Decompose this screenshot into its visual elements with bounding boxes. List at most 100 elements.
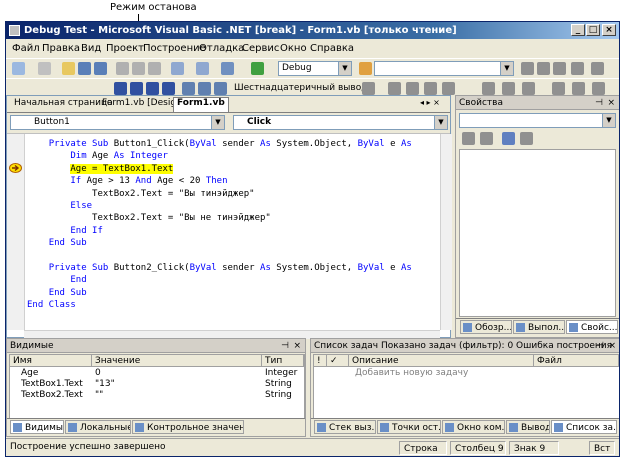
close-icon[interactable]: × xyxy=(608,339,616,353)
watch-cell-name[interactable]: TextBox2.Text xyxy=(18,390,83,401)
restart-icon[interactable] xyxy=(162,82,175,95)
add-item-icon[interactable] xyxy=(38,62,51,75)
next-bookmark-icon[interactable] xyxy=(502,82,515,95)
watch-cell-type[interactable]: Integer xyxy=(262,368,297,379)
tab-run[interactable]: Выпол... xyxy=(513,320,565,334)
event-select[interactable]: Click ▼ xyxy=(233,115,448,130)
save-icon[interactable] xyxy=(78,62,91,75)
code-line[interactable]: If Age > 13 And Age < 20 Then xyxy=(27,175,442,187)
tab-watch-1[interactable]: Контрольное значение 1 xyxy=(132,420,244,434)
code-line[interactable]: Age = TextBox1.Text xyxy=(27,163,442,175)
add-task-placeholder[interactable]: Добавить новую задачу xyxy=(352,368,468,379)
find-icon[interactable] xyxy=(359,62,372,75)
code-line[interactable]: End xyxy=(27,274,442,286)
close-button[interactable]: × xyxy=(602,24,616,36)
tab-breakpoints[interactable]: Точки ост... xyxy=(377,420,441,434)
column-header-description[interactable]: Описание xyxy=(349,355,534,367)
class-view-icon[interactable] xyxy=(571,62,584,75)
tab-autos[interactable]: Видимые xyxy=(10,420,64,434)
redo-icon[interactable] xyxy=(196,62,209,75)
properties-view-icon[interactable] xyxy=(502,132,515,145)
column-header-file[interactable]: Файл xyxy=(534,355,619,367)
step-into-icon[interactable] xyxy=(198,82,211,95)
code-line[interactable]: Private Sub Button1_Click(ByVal sender A… xyxy=(27,138,442,150)
menu-help[interactable]: Справка xyxy=(310,43,354,54)
menu-build[interactable]: Построение xyxy=(143,43,206,54)
column-header-priority[interactable]: ! xyxy=(314,355,327,367)
layout-icon[interactable] xyxy=(552,82,565,95)
indent-icon[interactable] xyxy=(388,82,401,95)
start-icon[interactable] xyxy=(251,62,264,75)
watch-cell-type[interactable]: String xyxy=(262,379,292,390)
object-select[interactable]: Button1 ▼ xyxy=(10,115,225,130)
watch-cell-name[interactable]: Age xyxy=(18,368,38,379)
close-icon[interactable]: × xyxy=(607,96,615,110)
hex-display-button[interactable]: Шестнадцатеричный вывод xyxy=(234,83,367,93)
menu-view[interactable]: Вид xyxy=(81,43,101,54)
copy-icon[interactable] xyxy=(132,62,145,75)
align-icon[interactable] xyxy=(572,82,585,95)
solution-explorer-icon[interactable] xyxy=(521,62,534,75)
breakpoint-gutter[interactable] xyxy=(7,134,25,330)
property-pages-icon[interactable] xyxy=(520,132,533,145)
tab-form1-code[interactable]: Form1.vb xyxy=(173,97,229,112)
minimize-button[interactable]: _ xyxy=(571,24,585,36)
tab-call-stack[interactable]: Стек выз... xyxy=(314,420,376,434)
outdent-icon[interactable] xyxy=(406,82,419,95)
column-header-check[interactable]: ✓ xyxy=(327,355,349,367)
tab-locals[interactable]: Локальные xyxy=(65,420,131,434)
more-icon[interactable] xyxy=(591,62,604,75)
menu-tools[interactable]: Сервис xyxy=(242,43,279,54)
watch-cell-name[interactable]: TextBox1.Text xyxy=(18,379,83,390)
code-line[interactable]: TextBox2.Text = "Вы тинэйджер" xyxy=(27,188,442,200)
column-header-name[interactable]: Имя xyxy=(10,355,92,367)
watch-cell-value[interactable]: "" xyxy=(92,390,103,401)
paste-icon[interactable] xyxy=(148,62,161,75)
code-line[interactable]: TextBox2.Text = "Вы не тинэйджер" xyxy=(27,212,442,224)
continue-icon[interactable] xyxy=(114,82,127,95)
navigate-back-icon[interactable] xyxy=(221,62,234,75)
breakpoints-icon[interactable] xyxy=(362,82,375,95)
column-header-type[interactable]: Тип xyxy=(262,355,304,367)
properties-icon[interactable] xyxy=(537,62,550,75)
tab-task-list[interactable]: Список за... xyxy=(551,420,617,434)
categorized-icon[interactable] xyxy=(462,132,475,145)
code-line[interactable]: Dim Age As Integer xyxy=(27,150,442,162)
find-combo[interactable]: ▼ xyxy=(374,61,514,76)
toolbox-icon[interactable] xyxy=(553,62,566,75)
code-line[interactable]: End If xyxy=(27,225,442,237)
stop-icon[interactable] xyxy=(146,82,159,95)
menu-debug[interactable]: Отладка xyxy=(199,43,244,54)
menu-project[interactable]: Проект xyxy=(106,43,144,54)
properties-object-select[interactable]: ▼ xyxy=(459,113,616,128)
new-project-icon[interactable] xyxy=(12,62,25,75)
maximize-button[interactable]: □ xyxy=(586,24,600,36)
tab-server-explorer[interactable]: Обозр... xyxy=(460,320,512,334)
alphabetical-icon[interactable] xyxy=(480,132,493,145)
menu-file[interactable]: Файл xyxy=(12,43,40,54)
cut-icon[interactable] xyxy=(116,62,129,75)
save-all-icon[interactable] xyxy=(94,62,107,75)
show-next-statement-icon[interactable] xyxy=(182,82,195,95)
close-icon[interactable]: × xyxy=(293,339,301,353)
step-over-icon[interactable] xyxy=(214,82,227,95)
code-line[interactable]: Else xyxy=(27,200,442,212)
code-line[interactable] xyxy=(27,250,442,262)
format-icon[interactable] xyxy=(592,82,605,95)
menu-edit[interactable]: Правка xyxy=(42,43,80,54)
vertical-scrollbar[interactable] xyxy=(440,134,452,330)
tab-output[interactable]: Вывод xyxy=(506,420,550,434)
watch-cell-type[interactable]: String xyxy=(262,390,292,401)
menu-window[interactable]: Окно xyxy=(280,43,307,54)
pin-icon[interactable]: ⊣ xyxy=(596,339,604,353)
bookmark-icon[interactable] xyxy=(482,82,495,95)
prev-bookmark-icon[interactable] xyxy=(522,82,535,95)
tab-scroll-icon[interactable]: ◂ ▸ × xyxy=(417,98,443,107)
code-line[interactable]: Private Sub Button2_Click(ByVal sender A… xyxy=(27,262,442,274)
column-header-value[interactable]: Значение xyxy=(92,355,262,367)
open-icon[interactable] xyxy=(62,62,75,75)
watch-cell-value[interactable]: 0 xyxy=(92,368,101,379)
pin-icon[interactable]: ⊣ xyxy=(595,96,603,110)
code-line[interactable]: End Sub xyxy=(27,287,442,299)
tab-properties[interactable]: Свойс... xyxy=(566,320,618,334)
